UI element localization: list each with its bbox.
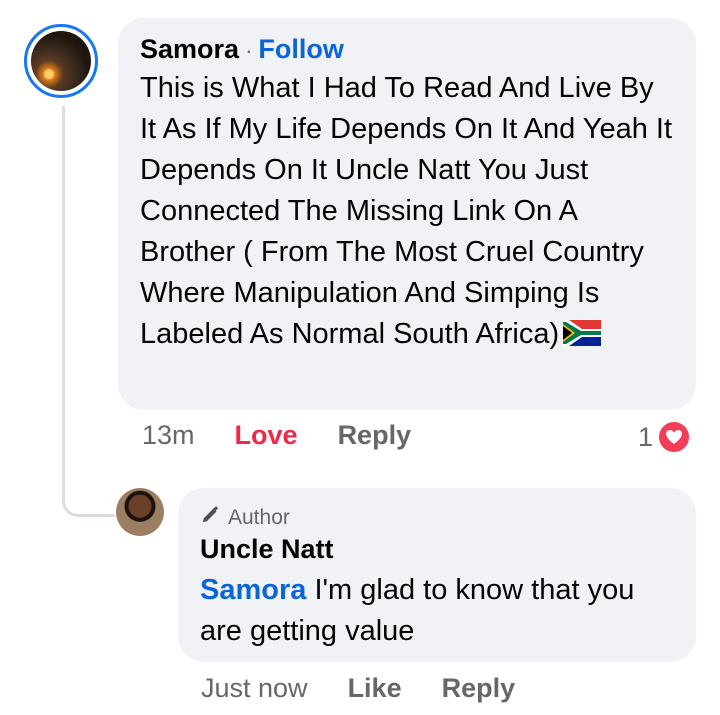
- comment-header: Samora · Follow: [140, 34, 674, 68]
- pencil-icon: [200, 505, 220, 531]
- reply-button[interactable]: Reply: [338, 420, 412, 451]
- reply-reply-button[interactable]: Reply: [442, 673, 516, 704]
- reply-author-avatar[interactable]: [116, 488, 164, 536]
- south-africa-flag-icon: [563, 317, 602, 358]
- comment-timestamp[interactable]: 13m: [142, 420, 195, 451]
- love-button[interactable]: Love: [235, 420, 298, 451]
- comment-actions: 13m Love Reply: [142, 420, 451, 451]
- commenter-avatar[interactable]: [24, 24, 98, 98]
- reaction-summary[interactable]: 1: [638, 420, 692, 454]
- commenter-avatar-image: [31, 31, 91, 91]
- heart-icon: [657, 420, 692, 454]
- reply-bubble: Author Uncle Natt Samora I'm glad to kno…: [178, 488, 696, 662]
- comment-bubble: Samora · Follow This is What I Had To Re…: [118, 18, 696, 410]
- reply-author-name[interactable]: Uncle Natt: [200, 534, 674, 570]
- comment-text: This is What I Had To Read And Live By I…: [140, 72, 672, 350]
- reply-actions: Just now Like Reply: [201, 673, 555, 704]
- comment-text-block: This is What I Had To Read And Live By I…: [140, 68, 674, 358]
- reaction-count: 1: [638, 421, 654, 452]
- author-badge-label: Author: [228, 506, 290, 529]
- comment-author-name[interactable]: Samora: [140, 34, 239, 65]
- like-button[interactable]: Like: [348, 673, 402, 704]
- author-badge: Author: [200, 504, 674, 532]
- thread-connector-line: [62, 106, 115, 517]
- reply-text-block: Samora I'm glad to know that you are get…: [200, 570, 674, 652]
- separator-dot: ·: [245, 38, 253, 63]
- reply-timestamp[interactable]: Just now: [201, 673, 308, 704]
- mention-link[interactable]: Samora: [200, 574, 306, 606]
- follow-button[interactable]: Follow: [258, 34, 343, 65]
